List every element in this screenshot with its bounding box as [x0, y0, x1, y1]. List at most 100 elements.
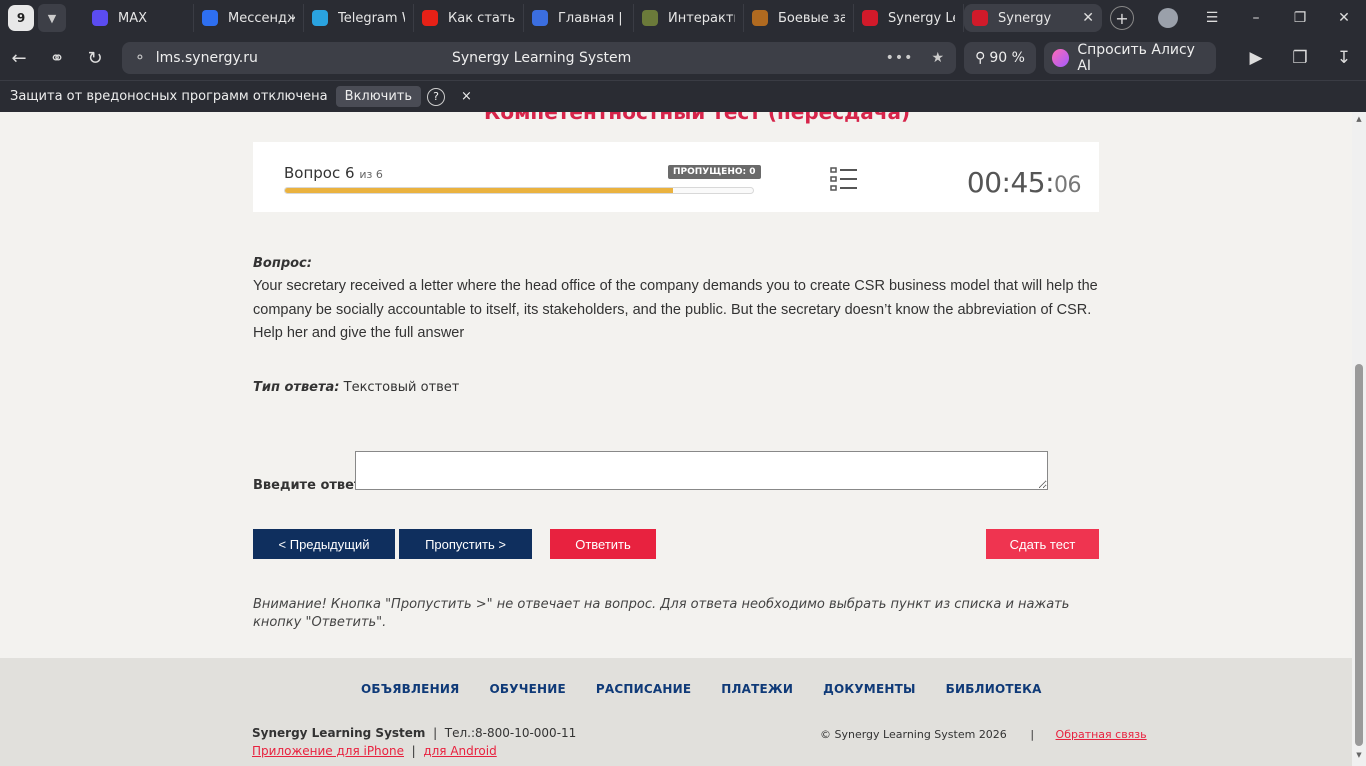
alice-icon — [1052, 49, 1070, 67]
progress-bar — [284, 187, 754, 194]
tab-youtube[interactable]: Как стать ( — [414, 4, 524, 32]
timer-seconds: 06 — [1054, 173, 1082, 198]
address-bar: ← ⚭ ↻ ⚬ lms.synergy.ru Synergy Learning … — [0, 36, 1366, 80]
footer-phone: Тел.:8-800-10-000-11 — [444, 726, 577, 740]
footer-info: Synergy Learning System | Тел.:8-800-10-… — [252, 726, 576, 740]
question-counter: Вопрос 6 из 6 — [284, 164, 383, 182]
collections-icon[interactable]: ❐ — [1278, 48, 1322, 68]
site-icon — [642, 10, 658, 26]
answer-button[interactable]: Ответить — [550, 529, 656, 559]
window-controls: ☰ – ❐ ✕ — [1146, 8, 1366, 28]
timer-main: 00:45: — [966, 166, 1055, 199]
bookmark-icon[interactable]: ★ — [931, 50, 944, 66]
browser-tab-bar: 9 ▼ MAX Мессендж Telegram W Как стать ( … — [0, 0, 1366, 36]
site-icon — [532, 10, 548, 26]
security-notice-bar: Защита от вредоносных программ отключена… — [0, 80, 1366, 112]
tab-counter[interactable]: 9 — [8, 5, 34, 31]
tab-label: Synergy — [998, 10, 1052, 26]
zoom-indicator[interactable]: ⚲ 90 % — [964, 42, 1036, 74]
footer-nav: ОБЪЯВЛЕНИЯ ОБУЧЕНИЕ РАСПИСАНИЕ ПЛАТЕЖИ Д… — [361, 682, 1042, 696]
close-notice-icon[interactable]: × — [461, 89, 472, 104]
answer-input[interactable] — [355, 451, 1048, 490]
submit-test-button[interactable]: Сдать тест — [986, 529, 1099, 559]
enable-protection-button[interactable]: Включить — [335, 86, 422, 107]
footer-link-announcements[interactable]: ОБЪЯВЛЕНИЯ — [361, 682, 460, 696]
copyright-text: © Synergy Learning System 2026 — [820, 728, 1007, 741]
tab-battle[interactable]: Боевые за — [744, 4, 854, 32]
tab-label: Интеракти — [668, 10, 735, 26]
back-arrow-icon[interactable]: ← — [0, 48, 38, 69]
menu-icon[interactable]: ☰ — [1190, 10, 1234, 26]
footer-link-schedule[interactable]: РАСПИСАНИЕ — [596, 682, 691, 696]
youtube-icon — [422, 10, 438, 26]
scrollbar-thumb[interactable] — [1355, 364, 1363, 746]
alice-button[interactable]: Спросить Алису AI — [1044, 42, 1216, 74]
shield-icon: ⚬ — [134, 50, 146, 66]
yandex-icon[interactable]: ⚭ — [38, 48, 76, 69]
footer-link-payments[interactable]: ПЛАТЕЖИ — [721, 682, 793, 696]
footer: ОБЪЯВЛЕНИЯ ОБУЧЕНИЕ РАСПИСАНИЕ ПЛАТЕЖИ Д… — [0, 658, 1352, 766]
telegram-icon — [312, 10, 328, 26]
tab-label: Telegram W — [338, 10, 405, 26]
lms-icon — [862, 10, 878, 26]
tab-label: Главная | Н — [558, 10, 625, 26]
reload-icon[interactable]: ↻ — [76, 48, 114, 69]
download-icon[interactable]: ↧ — [1322, 48, 1366, 68]
new-tab-plus-icon[interactable]: + — [1110, 6, 1134, 30]
zoom-value: 90 % — [989, 50, 1025, 66]
footer-brand: Synergy Learning System — [252, 726, 426, 740]
zoom-icon: ⚲ — [975, 50, 986, 66]
skipped-badge: ПРОПУЩЕНО: 0 — [668, 165, 761, 179]
scroll-up-arrow-icon[interactable]: ▲ — [1355, 116, 1363, 123]
media-play-icon[interactable]: ▶ — [1234, 48, 1278, 68]
question-heading: Вопрос: — [253, 256, 312, 271]
tab-synergy[interactable]: Synergy Le — [854, 4, 964, 32]
restore-icon[interactable]: ❐ — [1278, 10, 1322, 26]
feedback-link[interactable]: Обратная связь — [1056, 728, 1147, 741]
minimize-icon[interactable]: – — [1234, 10, 1278, 26]
question-text: Your secretary received a letter where t… — [253, 278, 1098, 341]
scroll-down-arrow-icon[interactable]: ▼ — [1355, 752, 1363, 759]
question-status-panel: Вопрос 6 из 6 ПРОПУЩЕНО: 0 00:45:06 — [253, 142, 1099, 212]
footer-copyright: © Synergy Learning System 2026 | Обратна… — [820, 728, 1147, 741]
footer-app-links: Приложение для iPhone | для Android — [252, 744, 497, 758]
help-icon[interactable]: ? — [427, 87, 446, 106]
more-dots-icon[interactable]: ••• — [886, 50, 914, 66]
progress-fill — [285, 188, 674, 193]
tab-synergy-active[interactable]: Synergy ✕ — [964, 4, 1102, 32]
skip-button[interactable]: Пропустить > — [399, 529, 532, 559]
profile-avatar[interactable] — [1158, 8, 1178, 28]
url-text: lms.synergy.ru — [155, 50, 258, 66]
tab-interactive[interactable]: Интеракти — [634, 4, 744, 32]
android-app-link[interactable]: для Android — [423, 744, 496, 758]
url-field[interactable]: ⚬ lms.synergy.ru Synergy Learning System… — [122, 42, 956, 74]
tab-label: Как стать ( — [448, 10, 515, 26]
footer-link-library[interactable]: БИБЛИОТЕКА — [946, 682, 1042, 696]
question-number: Вопрос 6 — [284, 164, 355, 182]
tab-main[interactable]: Главная | Н — [524, 4, 634, 32]
site-icon — [752, 10, 768, 26]
close-window-icon[interactable]: ✕ — [1322, 10, 1366, 26]
toolbar-right: ▶ ❐ ↧ — [1234, 48, 1366, 68]
page-title-text: Synergy Learning System — [452, 50, 632, 66]
messenger-icon — [202, 10, 218, 26]
tab-telegram[interactable]: Telegram W — [304, 4, 414, 32]
page-content: Компетентностный тест (пересдача) Вопрос… — [0, 112, 1352, 766]
footer-link-learning[interactable]: ОБУЧЕНИЕ — [490, 682, 566, 696]
question-total: из 6 — [359, 168, 383, 181]
warning-note: Внимание! Кнопка "Пропустить >" не отвеч… — [253, 597, 1070, 630]
timer: 00:45:06 — [966, 166, 1082, 199]
tab-label: Мессендж — [228, 10, 295, 26]
tab-label: MAX — [118, 10, 148, 26]
tab-messenger[interactable]: Мессендж — [194, 4, 304, 32]
alice-label: Спросить Алису AI — [1077, 42, 1195, 74]
previous-button[interactable]: < Предыдущий — [253, 529, 395, 559]
lms-icon — [972, 10, 988, 26]
question-list-icon[interactable] — [830, 166, 858, 192]
tab-close-icon[interactable]: ✕ — [1082, 10, 1094, 26]
footer-link-documents[interactable]: ДОКУМЕНТЫ — [823, 682, 916, 696]
tabs-menu-chevron-icon[interactable]: ▼ — [38, 4, 66, 32]
tab-max[interactable]: MAX — [84, 4, 194, 32]
footer-separator: | — [433, 726, 438, 740]
iphone-app-link[interactable]: Приложение для iPhone — [252, 744, 404, 758]
